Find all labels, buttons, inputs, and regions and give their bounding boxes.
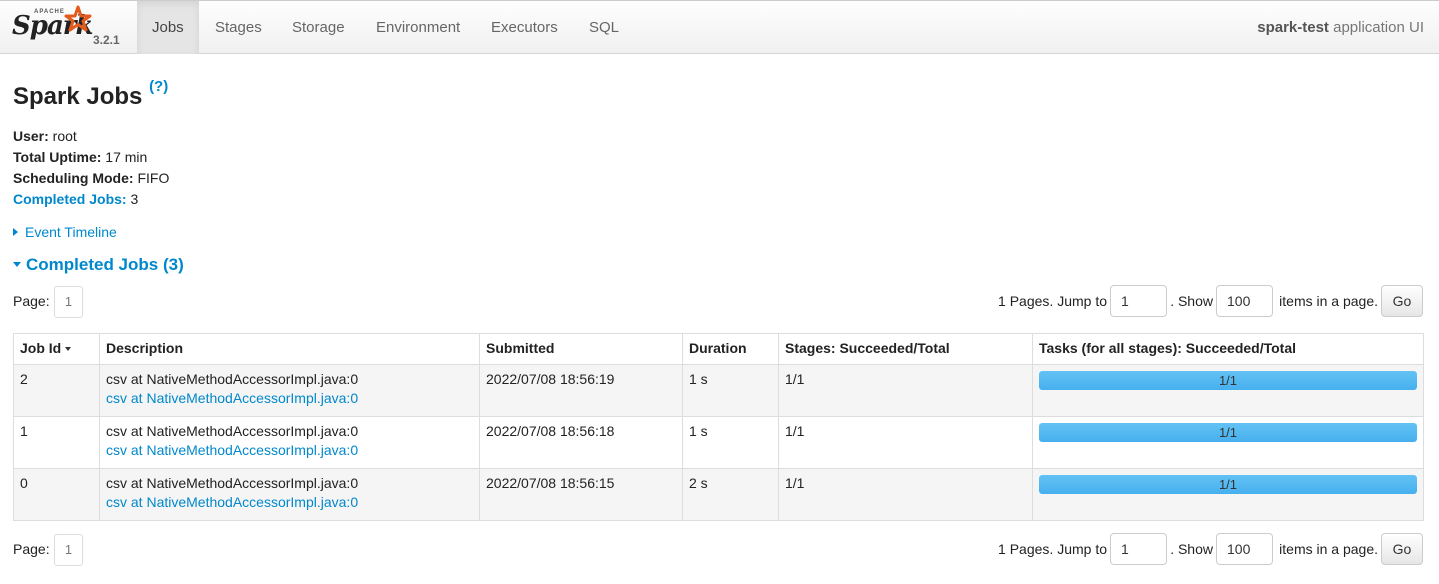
show-text: . Show: [1170, 541, 1213, 557]
user-value: root: [48, 128, 77, 144]
table-header-row: Job Id Description Submitted Duration St…: [13, 333, 1424, 365]
jump-to-page-input[interactable]: [1110, 533, 1167, 565]
completed-jobs-value: 3: [126, 191, 139, 207]
tab-sql[interactable]: SQL: [574, 1, 634, 54]
tasks-progress-bar: 1/1: [1039, 371, 1417, 390]
tasks-cell: 1/1: [1032, 468, 1424, 521]
pager-bottom: Page: 1 1 Pages. Jump to . Show items in…: [13, 533, 1423, 567]
event-timeline-toggle[interactable]: Event Timeline: [13, 224, 117, 240]
header-tasks[interactable]: Tasks (for all stages): Succeeded/Total: [1032, 333, 1424, 365]
job-id-cell: 1: [13, 416, 100, 469]
completed-jobs-link[interactable]: Completed Jobs:: [13, 191, 127, 207]
job-id-cell: 2: [13, 364, 100, 417]
header-job-id-label: Job Id: [20, 340, 62, 356]
pager-top: Page: 1 1 Pages. Jump to . Show items in…: [13, 285, 1423, 319]
tasks-cell: 1/1: [1032, 364, 1424, 417]
table-row: 2 csv at NativeMethodAccessorImpl.java:0…: [13, 364, 1424, 417]
scheduling-mode-value: FIFO: [133, 170, 170, 186]
tab-executors[interactable]: Executors: [476, 1, 573, 54]
header-description[interactable]: Description: [99, 333, 480, 365]
caret-right-icon: [13, 228, 18, 236]
completed-jobs-heading: Completed Jobs (3): [26, 255, 184, 274]
tasks-progress-bar: 1/1: [1039, 475, 1417, 494]
user-label: User:: [13, 128, 49, 144]
description-link[interactable]: csv at NativeMethodAccessorImpl.java:0: [106, 389, 473, 408]
description-cell: csv at NativeMethodAccessorImpl.java:0 cs…: [99, 468, 480, 521]
description-text: csv at NativeMethodAccessorImpl.java:0: [106, 423, 359, 439]
description-link[interactable]: csv at NativeMethodAccessorImpl.java:0: [106, 493, 473, 512]
tasks-cell: 1/1: [1032, 416, 1424, 469]
description-link[interactable]: csv at NativeMethodAccessorImpl.java:0: [106, 441, 473, 460]
show-text: . Show: [1170, 293, 1213, 309]
go-button[interactable]: Go: [1381, 533, 1423, 565]
header-duration[interactable]: Duration: [682, 333, 779, 365]
pages-jump-text: 1 Pages. Jump to: [998, 541, 1107, 557]
top-navbar: APACHE Spark 3.2.1 Jobs Stages Storage E…: [0, 0, 1439, 54]
description-cell: csv at NativeMethodAccessorImpl.java:0 cs…: [99, 416, 480, 469]
stages-cell: 1/1: [778, 468, 1033, 521]
page-size-input[interactable]: [1216, 285, 1273, 317]
submitted-cell: 2022/07/08 18:56:18: [479, 416, 683, 469]
tab-stages[interactable]: Stages: [200, 1, 277, 54]
description-text: csv at NativeMethodAccessorImpl.java:0: [106, 371, 359, 387]
duration-cell: 1 s: [682, 364, 779, 417]
description-cell: csv at NativeMethodAccessorImpl.java:0 cs…: [99, 364, 480, 417]
version-label: 3.2.1: [93, 33, 120, 47]
tab-storage[interactable]: Storage: [277, 1, 360, 54]
uptime-value: 17 min: [101, 149, 148, 165]
page-size-input[interactable]: [1216, 533, 1273, 565]
header-job-id[interactable]: Job Id: [13, 333, 100, 365]
event-timeline-label: Event Timeline: [25, 224, 117, 240]
app-suffix: application UI: [1328, 19, 1424, 36]
sort-desc-icon: [65, 347, 72, 351]
stages-cell: 1/1: [778, 364, 1033, 417]
page-number-button[interactable]: 1: [54, 286, 83, 318]
app-name: spark-test: [1257, 19, 1329, 36]
duration-cell: 1 s: [682, 416, 779, 469]
tasks-progress-bar: 1/1: [1039, 423, 1417, 442]
completed-jobs-toggle[interactable]: Completed Jobs (3): [13, 255, 184, 275]
job-summary: User: root Total Uptime: 17 min Scheduli…: [13, 126, 169, 210]
application-title: spark-test application UI: [1257, 1, 1424, 54]
spark-star-icon: [64, 5, 92, 32]
page-number-button[interactable]: 1: [54, 534, 83, 566]
table-row: 1 csv at NativeMethodAccessorImpl.java:0…: [13, 416, 1424, 469]
submitted-cell: 2022/07/08 18:56:19: [479, 364, 683, 417]
table-row: 0 csv at NativeMethodAccessorImpl.java:0…: [13, 468, 1424, 521]
page-title: Spark Jobs (?): [13, 78, 168, 111]
duration-cell: 2 s: [682, 468, 779, 521]
progress-label: 1/1: [1218, 425, 1238, 440]
tab-environment[interactable]: Environment: [361, 1, 475, 54]
header-stages[interactable]: Stages: Succeeded/Total: [778, 333, 1033, 365]
jump-to-page-input[interactable]: [1110, 285, 1167, 317]
submitted-cell: 2022/07/08 18:56:15: [479, 468, 683, 521]
pages-jump-text: 1 Pages. Jump to: [998, 293, 1107, 309]
items-in-page-text: items in a page.: [1279, 541, 1378, 557]
page-title-text: Spark Jobs: [13, 83, 143, 110]
scheduling-mode-label: Scheduling Mode:: [13, 170, 134, 186]
progress-label: 1/1: [1218, 477, 1238, 492]
description-text: csv at NativeMethodAccessorImpl.java:0: [106, 475, 359, 491]
page-label: Page:: [13, 541, 50, 557]
page-label: Page:: [13, 293, 50, 309]
help-link[interactable]: (?): [149, 78, 168, 95]
items-in-page-text: items in a page.: [1279, 293, 1378, 309]
uptime-label: Total Uptime:: [13, 149, 102, 165]
progress-label: 1/1: [1218, 373, 1238, 388]
tab-jobs[interactable]: Jobs: [137, 1, 199, 54]
stages-cell: 1/1: [778, 416, 1033, 469]
job-id-cell: 0: [13, 468, 100, 521]
completed-jobs-table: Job Id Description Submitted Duration St…: [13, 333, 1424, 521]
spark-logo[interactable]: APACHE Spark 3.2.1: [12, 5, 132, 51]
caret-down-icon: [13, 262, 21, 267]
header-submitted[interactable]: Submitted: [479, 333, 683, 365]
go-button[interactable]: Go: [1381, 285, 1423, 317]
